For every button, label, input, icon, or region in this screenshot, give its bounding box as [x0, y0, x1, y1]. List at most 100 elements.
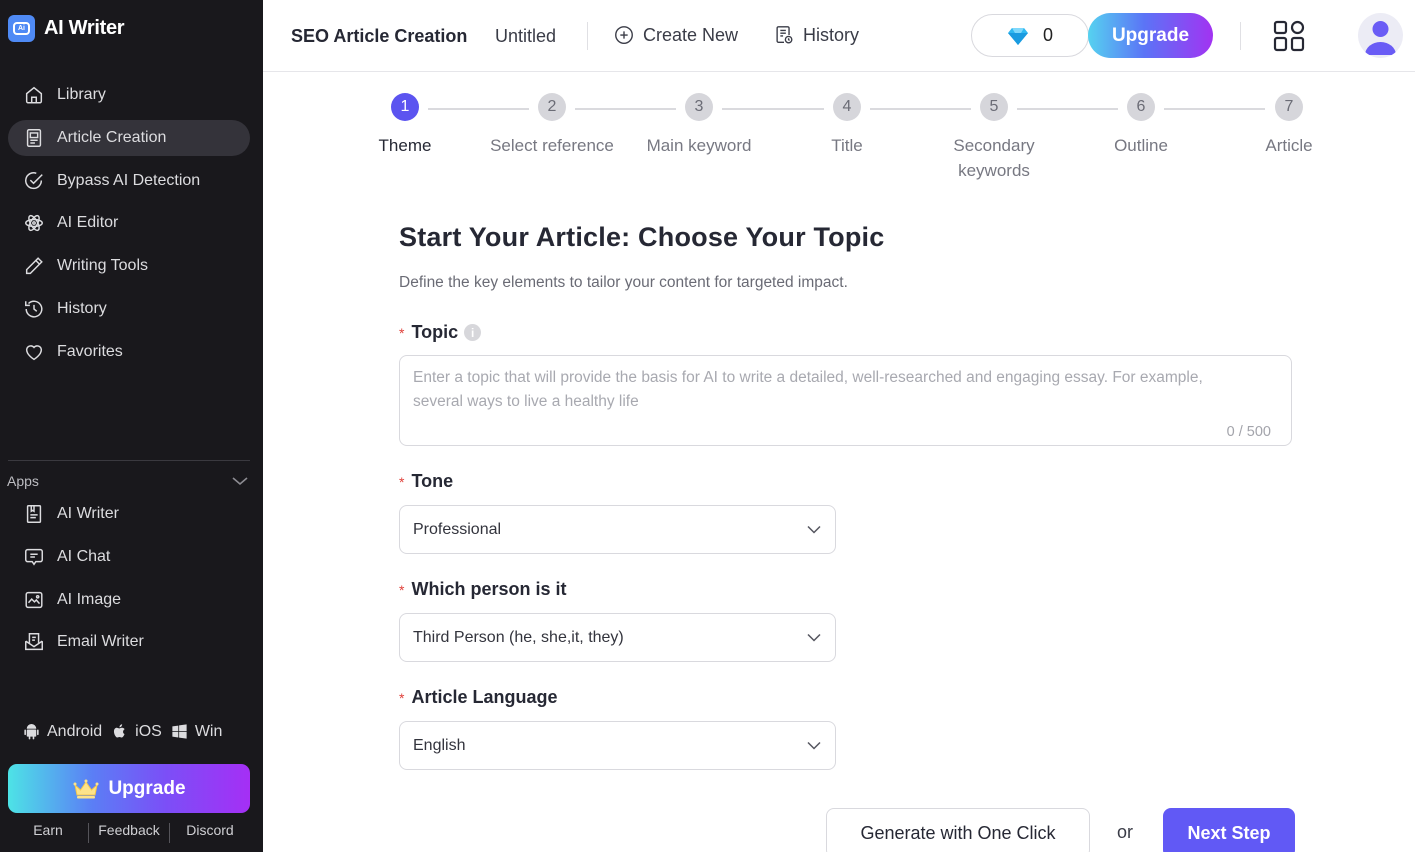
chevron-down-icon — [807, 741, 821, 750]
step-number: 2 — [538, 93, 566, 121]
platform-windows[interactable]: Win — [170, 722, 223, 741]
crown-icon — [73, 779, 99, 798]
credits-badge[interactable]: 0 — [971, 14, 1089, 57]
topbar-divider — [1240, 22, 1241, 50]
sidebar-item-ai-editor[interactable]: AI Editor — [8, 205, 250, 241]
apps-grid-icon[interactable] — [1273, 20, 1305, 52]
language-label-text: Article Language — [411, 687, 558, 707]
step-label: Theme — [378, 136, 432, 155]
progress-stepper: 1 Theme 2 Select reference 3 Main keywor… — [263, 93, 1415, 193]
sidebar-item-article-creation[interactable]: Article Creation — [8, 119, 250, 156]
create-new-button[interactable]: Create New — [613, 24, 738, 46]
app-item-ai-image[interactable]: AI Image — [8, 582, 250, 618]
sidebar-item-favorites[interactable]: Favorites — [8, 334, 250, 370]
chat-icon — [25, 548, 43, 566]
android-icon — [24, 723, 39, 740]
platform-label: Android — [47, 722, 103, 740]
sidebar-item-writing-tools[interactable]: Writing Tools — [8, 248, 250, 284]
logo[interactable]: Ai AI Writer — [8, 15, 125, 42]
document-name[interactable]: Untitled — [495, 26, 556, 47]
step-article[interactable]: 7 Article — [1209, 93, 1369, 158]
tone-label: * Tone — [399, 471, 453, 492]
required-marker: * — [399, 689, 405, 706]
app-item-ai-writer[interactable]: AI Writer — [8, 496, 250, 532]
user-avatar[interactable] — [1358, 13, 1403, 58]
step-number: 5 — [980, 93, 1008, 121]
step-label: Secondary keywords — [953, 136, 1035, 180]
language-value: English — [413, 736, 466, 754]
plus-circle-icon — [615, 26, 633, 44]
step-label: Article — [1265, 136, 1313, 155]
document-icon — [26, 128, 42, 147]
step-theme[interactable]: 1 Theme — [325, 93, 485, 158]
credits-count: 0 — [1042, 25, 1053, 45]
history-icon — [25, 300, 43, 318]
app-item-label: Email Writer — [57, 633, 144, 651]
check-circle-icon — [25, 171, 43, 189]
step-label: Title — [831, 136, 863, 155]
topic-input[interactable] — [400, 356, 1291, 445]
earn-link[interactable]: Earn — [8, 822, 88, 843]
person-select[interactable]: Third Person (he, she,it, they) — [399, 613, 836, 662]
sidebar-item-bypass-ai-detection[interactable]: Bypass AI Detection — [8, 163, 250, 199]
diamond-icon — [1007, 27, 1028, 45]
step-number: 7 — [1275, 93, 1303, 121]
form-heading: Start Your Article: Choose Your Topic — [399, 222, 885, 252]
topic-label-text: Topic — [411, 322, 459, 342]
chevron-down-icon — [807, 633, 821, 642]
step-label: Outline — [1114, 136, 1168, 155]
app-item-ai-chat[interactable]: AI Chat — [8, 539, 250, 575]
tone-label-text: Tone — [411, 471, 454, 491]
app-item-email-writer[interactable]: Email Writer — [8, 624, 250, 660]
pencil-icon — [25, 257, 43, 275]
sidebar-item-history[interactable]: History — [8, 291, 250, 327]
history-button[interactable]: History — [773, 24, 859, 46]
feedback-link[interactable]: Feedback — [89, 822, 169, 843]
platform-ios[interactable]: iOS — [110, 722, 162, 741]
sidebar: Ai AI Writer Library Article Creation By… — [0, 0, 263, 852]
topbar-upgrade-label: Upgrade — [1111, 24, 1190, 46]
step-select-reference[interactable]: 2 Select reference — [472, 93, 632, 158]
topbar-upgrade-button[interactable]: Upgrade — [1088, 13, 1213, 58]
app-item-label: AI Writer — [57, 505, 119, 522]
person-value: Third Person (he, she,it, they) — [413, 628, 624, 646]
next-step-button[interactable]: Next Step — [1163, 808, 1295, 852]
generate-one-click-button[interactable]: Generate with One Click — [826, 808, 1090, 852]
step-outline[interactable]: 6 Outline — [1061, 93, 1221, 158]
app-root: Ai AI Writer Library Article Creation By… — [0, 0, 1415, 852]
info-icon[interactable]: i — [464, 324, 482, 341]
sidebar-item-label: History — [57, 299, 107, 317]
sidebar-item-label: Article Creation — [57, 128, 167, 146]
or-separator: or — [1117, 822, 1134, 842]
next-step-label: Next Step — [1187, 822, 1271, 843]
image-icon — [25, 591, 43, 608]
apps-section-toggle[interactable]: Apps — [7, 473, 249, 489]
sidebar-upgrade-button[interactable]: Upgrade — [8, 764, 250, 813]
sidebar-item-label: Bypass AI Detection — [57, 171, 201, 189]
step-number: 1 — [391, 93, 419, 121]
sidebar-item-label: AI Editor — [57, 214, 119, 232]
character-counter: 0 / 500 — [1226, 424, 1271, 440]
step-number: 4 — [833, 93, 861, 121]
step-main-keyword[interactable]: 3 Main keyword — [619, 93, 779, 158]
step-title[interactable]: 4 Title — [767, 93, 927, 158]
step-label: Select reference — [490, 136, 614, 155]
step-label: Main keyword — [646, 136, 752, 155]
platform-label: Win — [194, 722, 223, 740]
topbar-divider — [587, 22, 588, 50]
required-marker: * — [399, 581, 405, 598]
tone-select[interactable]: Professional — [399, 505, 836, 554]
step-secondary-keywords[interactable]: 5 Secondary keywords — [914, 93, 1074, 183]
topic-label: * Topic i — [399, 322, 482, 343]
apps-heading: Apps — [7, 473, 39, 489]
footer-links: Earn Feedback Discord — [8, 822, 250, 843]
sidebar-item-library[interactable]: Library — [8, 77, 250, 113]
language-select[interactable]: English — [399, 721, 836, 770]
heart-icon — [25, 344, 43, 360]
atom-icon — [25, 215, 43, 232]
app-item-label: AI Image — [57, 590, 122, 608]
platform-android[interactable]: Android — [22, 722, 102, 741]
main-content: SEO Article Creation Untitled Create New… — [263, 0, 1415, 852]
topic-form: Start Your Article: Choose Your Topic De… — [399, 222, 1292, 770]
discord-link[interactable]: Discord — [170, 822, 250, 843]
